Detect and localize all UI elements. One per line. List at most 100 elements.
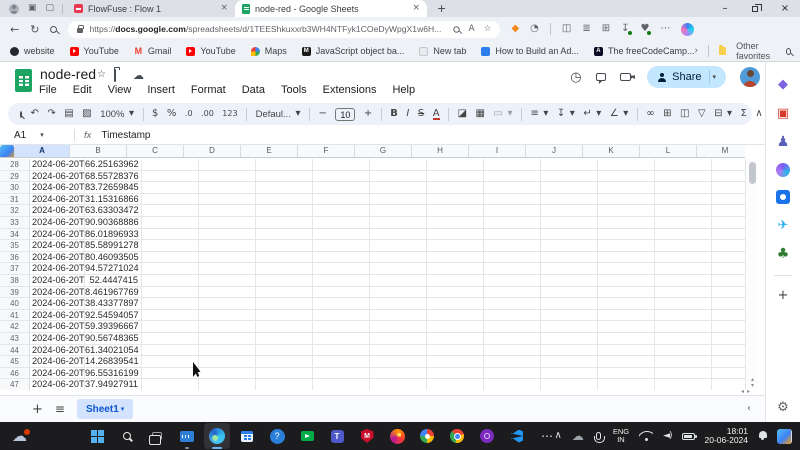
merge-cells-icon[interactable]: ▭: [493, 109, 502, 119]
column-header-J[interactable]: J: [526, 145, 583, 157]
browser-essentials-icon[interactable]: ♥: [641, 24, 650, 34]
text-wrap-icon[interactable]: ↵: [583, 109, 591, 119]
purple-tag-icon[interactable]: [775, 76, 791, 92]
menu-data[interactable]: Data: [242, 84, 265, 96]
address-bar[interactable]: https://docs.google.com/spreadsheets/d/1…: [68, 21, 500, 38]
row-number[interactable]: 42: [0, 321, 30, 332]
cell-value[interactable]: 92.54594057: [85, 310, 142, 321]
cell-timestamp[interactable]: 2024-06-20T12:2: [30, 229, 85, 240]
cell-timestamp[interactable]: 2024-06-20T12:2: [30, 205, 85, 216]
cell-value[interactable]: 8.461967769: [85, 287, 142, 298]
row-number[interactable]: 41: [0, 310, 30, 321]
red-toolbox-icon[interactable]: [775, 105, 791, 121]
add-sheet-icon[interactable]: +: [32, 403, 43, 416]
show-desktop-widget-icon[interactable]: [777, 429, 792, 444]
taskbar-app-edge[interactable]: [204, 423, 230, 449]
cell-timestamp[interactable]: 2024-06-20T12:2: [30, 171, 85, 182]
bookmark-item[interactable]: New tab: [419, 46, 466, 56]
paper-plane-icon[interactable]: [775, 217, 791, 233]
taskbar-app-purple-app[interactable]: [474, 423, 500, 449]
empty-cells[interactable]: [142, 310, 745, 321]
select-all-corner[interactable]: [0, 145, 15, 158]
star-document-icon[interactable]: ☆: [97, 70, 106, 80]
empty-cells[interactable]: [142, 287, 745, 298]
increase-decimal-icon[interactable]: .00: [201, 110, 214, 118]
cell-timestamp[interactable]: 2024-06-20T12:2: [30, 345, 85, 356]
swirl-icon[interactable]: [776, 163, 790, 177]
row-number[interactable]: 37: [0, 263, 30, 274]
collapse-side-panel-icon[interactable]: ‹: [747, 404, 751, 414]
close-tab-icon[interactable]: ×: [220, 4, 228, 13]
bookmark-item[interactable]: YouTube: [186, 46, 235, 56]
cell-value[interactable]: 59.39396667: [85, 321, 142, 332]
insert-chart-icon[interactable]: ◫: [680, 109, 689, 119]
cloud-status-icon[interactable]: ☁: [133, 70, 144, 81]
cell-timestamp[interactable]: 2024-06-20T12:2: [30, 310, 85, 321]
vertical-scrollbar[interactable]: ▴▾: [745, 159, 758, 390]
paint-format-icon[interactable]: ▨: [82, 109, 91, 119]
get-add-ons-icon[interactable]: +: [778, 289, 789, 302]
cell-value[interactable]: 83.72659845: [85, 182, 142, 193]
empty-cells[interactable]: [142, 171, 745, 182]
wifi-icon[interactable]: [639, 431, 653, 441]
read-aloud-icon[interactable]: A: [469, 25, 475, 34]
cell-timestamp[interactable]: 2024-06-20T12:2: [30, 217, 85, 228]
empty-cells[interactable]: [142, 356, 745, 367]
name-box[interactable]: A1 ▾: [0, 130, 74, 141]
row-number[interactable]: 28: [0, 159, 30, 170]
cell-timestamp[interactable]: 2024-06-20T12:2: [30, 275, 85, 286]
downloads-icon[interactable]: ↧: [621, 24, 629, 34]
row-number[interactable]: 35: [0, 240, 30, 251]
cell-value[interactable]: 94.57271024: [85, 263, 142, 274]
row-number[interactable]: 33: [0, 217, 30, 228]
taskbar-app-meet[interactable]: [294, 423, 320, 449]
text-rotation-icon[interactable]: ∠: [610, 109, 619, 119]
clock[interactable]: 18:01 20-06-2024: [705, 427, 748, 446]
functions-icon[interactable]: Σ: [741, 109, 747, 119]
url-text[interactable]: https://docs.google.com/spreadsheets/d/1…: [89, 24, 446, 34]
language-indicator[interactable]: ENG IN: [613, 428, 629, 444]
font-select[interactable]: Defaul...: [256, 109, 291, 120]
bookmark-item[interactable]: YouTube: [70, 46, 119, 56]
row-number[interactable]: 47: [0, 379, 30, 390]
toolbar-search-icon[interactable]: [20, 111, 22, 118]
share-dropdown-icon[interactable]: ▾: [712, 74, 716, 81]
cell-value[interactable]: 80.46093505: [85, 252, 142, 263]
horizontal-align-icon[interactable]: ≡: [530, 109, 538, 119]
increase-font-icon[interactable]: +: [364, 109, 372, 119]
cell-timestamp[interactable]: 2024-06-20T12:2: [30, 240, 85, 251]
empty-cells[interactable]: [142, 182, 745, 193]
cell-timestamp[interactable]: 2024-06-20T12:2: [30, 368, 85, 379]
person-icon[interactable]: [775, 134, 791, 150]
browser-tab-sheets[interactable]: node-red - Google Sheets ×: [235, 0, 427, 17]
document-title[interactable]: node-red: [40, 66, 96, 82]
cell-timestamp[interactable]: 2024-06-20T12:2: [30, 333, 85, 344]
column-header-K[interactable]: K: [583, 145, 640, 157]
camera-app-icon[interactable]: [776, 190, 790, 204]
battery-icon[interactable]: [682, 433, 695, 440]
taskbar-app-vscode[interactable]: [504, 423, 530, 449]
cell-timestamp[interactable]: 2024-06-20T12:2: [30, 321, 85, 332]
row-number[interactable]: 36: [0, 252, 30, 263]
refresh-icon[interactable]: ↻: [30, 24, 39, 35]
cell-timestamp[interactable]: 2024-06-20T12:2: [30, 263, 85, 274]
cell-timestamp[interactable]: 2024-06-20T12:2: [30, 287, 85, 298]
column-header-D[interactable]: D: [184, 145, 241, 157]
empty-cells[interactable]: [142, 275, 745, 286]
taskbar-app-store[interactable]: [234, 423, 260, 449]
empty-cells[interactable]: [142, 252, 745, 263]
undo-icon[interactable]: ↶: [31, 109, 39, 119]
empty-cells[interactable]: [142, 298, 745, 309]
more-menu-icon[interactable]: ⋯: [660, 24, 670, 34]
search-bookmarks-icon[interactable]: [786, 48, 791, 55]
row-number[interactable]: 46: [0, 368, 30, 379]
minimize-button[interactable]: –: [710, 0, 740, 17]
cell-value[interactable]: 66.25163962: [85, 159, 142, 170]
chevron-right-icon[interactable]: ›: [694, 47, 698, 56]
profile-avatar-icon[interactable]: [9, 4, 19, 14]
lock-icon[interactable]: [77, 28, 83, 33]
text-color-icon[interactable]: A: [433, 109, 440, 120]
menu-help[interactable]: Help: [392, 84, 415, 96]
empty-cells[interactable]: [142, 345, 745, 356]
row-number[interactable]: 29: [0, 171, 30, 182]
